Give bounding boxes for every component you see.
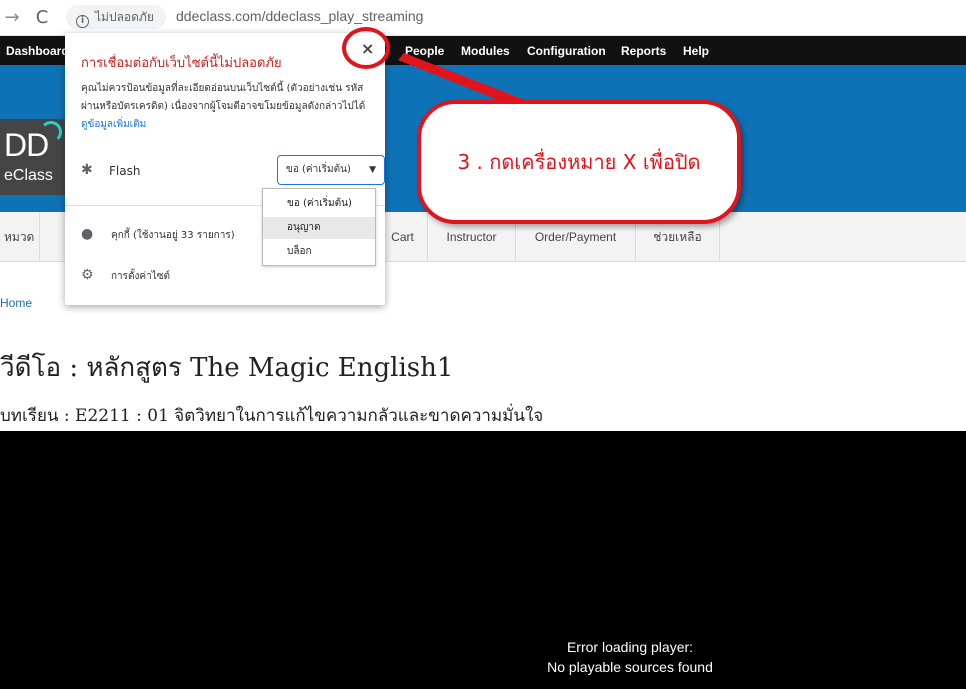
annotation-bubble: 3 . กดเครื่องหมาย X เพื่อปิด: [417, 100, 741, 224]
annotation-circle: [342, 27, 390, 69]
annotation-text: 3 . กดเครื่องหมาย X เพื่อปิด: [457, 150, 701, 174]
